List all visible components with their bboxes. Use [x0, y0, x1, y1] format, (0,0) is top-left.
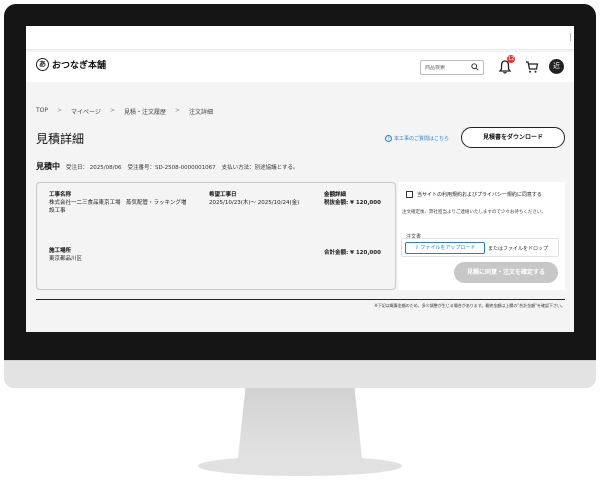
logo-mark-icon: あ [36, 58, 49, 71]
divider [36, 299, 565, 300]
help-link[interactable]: ? 本工事のご質問はこちら [385, 135, 449, 142]
breadcrumb-chevron-icon: > [57, 107, 63, 114]
order-confirm-panel: 当サイトの利用規約およびプライバシー規約に同意する 注文確定後、弊社担当よりご連… [398, 182, 565, 290]
agreement-checkbox[interactable] [406, 191, 413, 198]
site-logo[interactable]: あ おつなぎ本舗 [36, 58, 106, 71]
file-upload-button[interactable]: ⇪ ファイルをアップロード [405, 242, 485, 254]
agreement-row: 当サイトの利用規約およびプライバシー規約に同意する [406, 191, 542, 198]
status-badge: 見積中 [36, 162, 60, 171]
breadcrumb-history[interactable]: 見積・注文履歴 [124, 107, 166, 116]
breadcrumb-top[interactable]: TOP [36, 107, 48, 116]
tax-excluded-amount: 税抜金額: ¥ 120,000 [324, 200, 381, 206]
amount-detail-label: 金額詳細 [324, 192, 347, 198]
search-box [420, 60, 484, 75]
search-icon[interactable] [471, 63, 479, 71]
status-line: 見積中 受注日： 2025/08/06 受注番号：SD-2508-0000001… [36, 161, 298, 172]
work-name-label: 工事名称 [49, 192, 72, 198]
confirm-note: 注文確定後、弊社担当よりご連絡いたしますので少々お待ちください。 [402, 210, 546, 215]
question-icon: ? [385, 135, 392, 142]
total-amount: 合計金額: ¥ 120,000 [324, 250, 381, 256]
monitor-chin [4, 360, 596, 388]
work-period: 希望工事日 2025/10/23(木)～ 2025/10/24(金) [209, 191, 329, 207]
confirm-order-button[interactable]: 見積に同意・注文を確定する [454, 262, 558, 283]
help-link-text: 本工事のご質問はこちら [394, 136, 450, 142]
screen: | あ おつなぎ本舗 12 [26, 26, 574, 332]
monitor-stand-neck [238, 388, 362, 458]
search-input[interactable] [425, 64, 467, 71]
cart-icon[interactable] [524, 59, 540, 75]
breadcrumb-chevron-icon: > [109, 107, 115, 114]
window-edge-glyph: | [569, 32, 572, 41]
work-period-label: 希望工事日 [209, 192, 237, 198]
download-quote-button[interactable]: 見積書をダウンロード [461, 127, 565, 148]
construction-site: 施工場所 東京都品川区 [49, 247, 187, 263]
work-period-value: 2025/10/23(木)～ 2025/10/24(金) [209, 200, 300, 206]
amount-detail: 金額詳細 税抜金額: ¥ 120,000 [324, 191, 394, 207]
upload-button-label: ファイルをアップロード [420, 245, 476, 251]
construction-site-value: 東京都品川区 [49, 256, 83, 262]
monitor-stand-foot [198, 456, 402, 476]
drop-hint: またはファイルをドロップ [488, 246, 549, 252]
user-avatar[interactable]: 近 [549, 59, 564, 74]
notification-badge: 12 [507, 55, 515, 63]
site-header: あ おつなぎ本舗 12 近 [26, 52, 574, 82]
breadcrumb-mypage[interactable]: マイページ [71, 107, 101, 116]
agreement-label: 当サイトの利用規約およびプライバシー規約に同意する [417, 192, 542, 198]
breadcrumb-chevron-icon: > [174, 107, 181, 114]
payment-method: 支払い方法：別途協議とする。 [221, 165, 299, 171]
monitor: | あ おつなぎ本舗 12 [0, 0, 600, 481]
quote-detail-card: 工事名称 株式会社一二三食品東京工場 蒸気配管・ラッキング増設工事 希望工事日 … [36, 182, 396, 290]
work-name: 工事名称 株式会社一二三食品東京工場 蒸気配管・ラッキング増設工事 [49, 191, 187, 215]
order-number: 受注番号：SD-2508-0000001067 [127, 165, 216, 171]
construction-site-label: 施工場所 [49, 248, 72, 254]
footnote: ※下記は概算金額のため、多少調整が生じる場合があります。最終金額は上欄の"合計金… [374, 303, 565, 308]
breadcrumb: TOP > マイページ > 見積・注文履歴 > 注文詳細 [36, 107, 213, 116]
logo-text: おつなぎ本舗 [52, 61, 107, 71]
breadcrumb-current: 注文詳細 [189, 109, 214, 116]
work-name-value: 株式会社一二三食品東京工場 蒸気配管・ラッキング増設工事 [49, 200, 187, 214]
browser-top-strip: | [26, 26, 574, 50]
order-date: 受注日： 2025/08/06 [66, 165, 122, 171]
page-title: 見積詳細 [36, 132, 85, 146]
